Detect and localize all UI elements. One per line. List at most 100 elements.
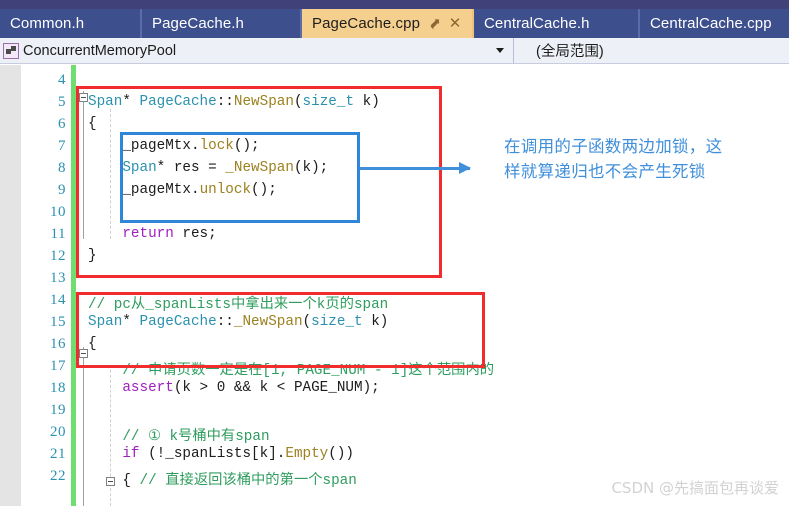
code-token: if bbox=[122, 446, 140, 462]
code-token: // pc从_spanLists中拿出来一个k页的span bbox=[88, 297, 389, 313]
tab-pagecache-cpp[interactable]: PageCache.cpp ➦ ✕ bbox=[302, 9, 474, 38]
code-token: . bbox=[190, 182, 200, 198]
code-line-6: { bbox=[88, 116, 97, 132]
code-token: k) bbox=[354, 94, 380, 110]
member-dropdown-value: (全局范围) bbox=[536, 44, 604, 60]
code-token: ()) bbox=[328, 446, 355, 462]
code-token: size_t bbox=[302, 94, 355, 110]
tab-label: Common.h bbox=[10, 15, 85, 32]
code-token: :: bbox=[216, 94, 234, 110]
code-token: return bbox=[122, 226, 174, 242]
code-token: (k); bbox=[293, 160, 329, 176]
tab-centralcache-h[interactable]: CentralCache.h bbox=[474, 9, 640, 38]
code-token: size_t bbox=[311, 314, 363, 330]
tab-label: PageCache.cpp bbox=[312, 15, 421, 32]
code-token: k) bbox=[362, 314, 389, 330]
code-line-8: Span* res = _NewSpan(k); bbox=[88, 160, 328, 176]
member-dropdown[interactable]: (全局范围) bbox=[514, 38, 789, 63]
line-number: 9 bbox=[58, 182, 66, 198]
code-line-15: Span* PageCache::_NewSpan(size_t k) bbox=[88, 314, 388, 330]
code-token: (!_spanLists[k]. bbox=[139, 446, 286, 462]
code-token: PageCache bbox=[139, 94, 217, 110]
code-token: Span bbox=[122, 160, 157, 176]
line-number: 8 bbox=[58, 160, 66, 176]
line-number: 5 bbox=[58, 94, 66, 110]
line-number: 21 bbox=[50, 446, 66, 462]
code-token: { bbox=[88, 116, 97, 132]
code-token: * bbox=[122, 94, 140, 110]
code-line-17: // 申请页数一定是在[1, PAGE_NUM - 1]这个范围内的 bbox=[88, 358, 494, 379]
code-token: (k > bbox=[173, 380, 217, 396]
window-chrome-strip bbox=[0, 0, 789, 9]
code-editor[interactable]: 4 5 6 7 8 9 10 11 12 13 14 15 16 17 18 1… bbox=[0, 65, 789, 506]
code-token: assert bbox=[122, 380, 174, 396]
editor-tab-bar: Common.h PageCache.h PageCache.cpp ➦ ✕ C… bbox=[0, 9, 789, 38]
code-token: Span bbox=[88, 94, 123, 110]
navigation-bar: ConcurrentMemoryPool (全局范围) bbox=[0, 38, 789, 64]
line-number: 19 bbox=[50, 402, 66, 418]
code-token: _NewSpan bbox=[225, 160, 294, 176]
tab-centralcache-cpp[interactable]: CentralCache.cpp bbox=[640, 9, 789, 38]
code-token: PageCache bbox=[139, 314, 217, 330]
line-number: 18 bbox=[50, 380, 66, 396]
scope-dropdown[interactable]: ConcurrentMemoryPool bbox=[0, 38, 514, 63]
chevron-down-icon[interactable] bbox=[496, 48, 504, 53]
namespace-icon bbox=[3, 42, 19, 59]
tab-pagecache-h[interactable]: PageCache.h bbox=[142, 9, 302, 38]
code-line-20: // ① k号桶中有span bbox=[88, 424, 270, 445]
code-token: Empty bbox=[285, 446, 329, 462]
code-line-7: _pageMtx.lock(); bbox=[88, 138, 260, 154]
code-token: } bbox=[88, 248, 97, 264]
line-number: 20 bbox=[50, 424, 66, 440]
code-token: _pageMtx bbox=[88, 182, 191, 198]
code-token: { bbox=[88, 336, 97, 352]
code-line-18: assert(k > 0 && k < PAGE_NUM); bbox=[88, 380, 380, 396]
code-line-9: _pageMtx.unlock(); bbox=[88, 182, 277, 198]
code-token: { bbox=[88, 473, 140, 489]
code-token: :: bbox=[216, 314, 234, 330]
scope-dropdown-value: ConcurrentMemoryPool bbox=[23, 42, 177, 59]
code-line-21: if (!_spanLists[k].Empty()) bbox=[88, 446, 354, 462]
tab-label: CentralCache.h bbox=[484, 15, 590, 32]
code-line-5: Span* PageCache::NewSpan(size_t k) bbox=[88, 94, 380, 110]
annotation-note: 在调用的子函数两边加锁，这 样就算递归也不会产生死锁 bbox=[504, 137, 723, 181]
code-line-14: // pc从_spanLists中拿出来一个k页的span bbox=[88, 292, 388, 313]
code-token: (); bbox=[233, 138, 260, 154]
line-number: 11 bbox=[50, 226, 66, 242]
code-line-16: { bbox=[88, 336, 97, 352]
code-line-11: return res; bbox=[88, 226, 217, 242]
code-token: unlock bbox=[199, 182, 252, 198]
pin-icon[interactable]: ➦ bbox=[425, 13, 446, 34]
code-token: ( bbox=[302, 314, 312, 330]
line-number: 10 bbox=[50, 204, 66, 220]
code-token: // 直接返回该桶中的第一个span bbox=[139, 473, 357, 489]
code-token: ( bbox=[293, 94, 303, 110]
code-token: . bbox=[190, 138, 200, 154]
visual-studio-window: Common.h PageCache.h PageCache.cpp ➦ ✕ C… bbox=[0, 0, 789, 506]
line-number: 4 bbox=[58, 72, 66, 88]
line-number: 14 bbox=[50, 292, 66, 308]
code-token: res; bbox=[173, 226, 217, 242]
line-number: 16 bbox=[50, 336, 66, 352]
code-token: Span bbox=[88, 314, 123, 330]
line-number: 7 bbox=[58, 138, 66, 154]
line-number: 17 bbox=[50, 358, 66, 374]
csdn-watermark: CSDN @先搞面包再谈爱 bbox=[611, 479, 779, 497]
tab-common-h[interactable]: Common.h bbox=[0, 9, 142, 38]
code-token: (); bbox=[251, 182, 277, 198]
code-token: * res = bbox=[156, 160, 226, 176]
line-number: 13 bbox=[50, 270, 66, 286]
code-token: * bbox=[122, 314, 140, 330]
code-token: && k < PAGE_NUM); bbox=[225, 380, 380, 396]
code-token: // 申请页数一定是在[1, PAGE_NUM - 1]这个范围内的 bbox=[88, 363, 495, 379]
tab-label: PageCache.h bbox=[152, 15, 245, 32]
code-token: // ① k号桶中有span bbox=[88, 429, 270, 445]
line-number: 12 bbox=[50, 248, 66, 264]
code-line-22: { // 直接返回该桶中的第一个span bbox=[88, 468, 357, 489]
close-icon[interactable]: ✕ bbox=[449, 16, 462, 31]
code-token: lock bbox=[199, 138, 234, 154]
